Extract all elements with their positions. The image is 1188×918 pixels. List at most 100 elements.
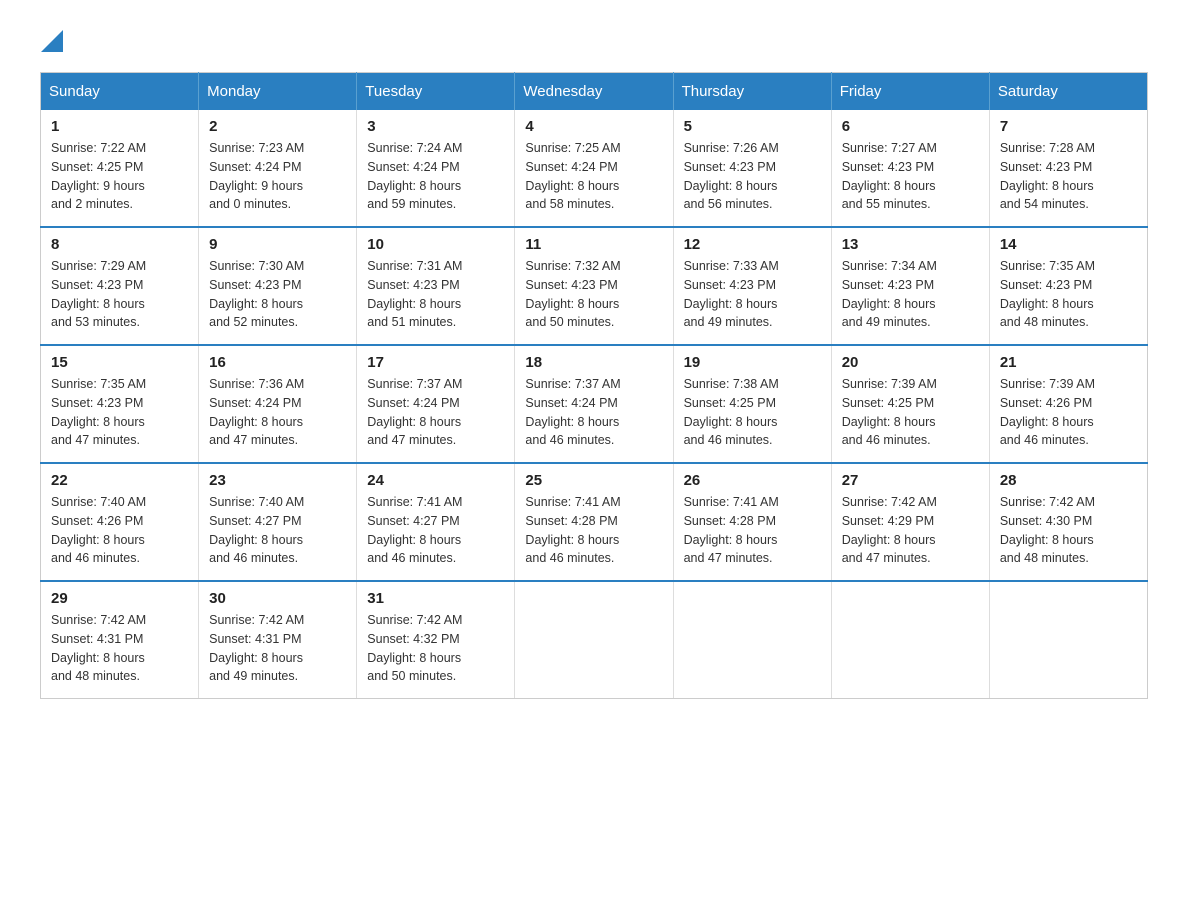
day-number: 13 — [842, 236, 979, 253]
day-number: 2 — [209, 118, 346, 135]
calendar-week-row: 22 Sunrise: 7:40 AMSunset: 4:26 PMDaylig… — [41, 463, 1148, 581]
day-number: 31 — [367, 590, 504, 607]
day-info: Sunrise: 7:23 AMSunset: 4:24 PMDaylight:… — [209, 139, 346, 214]
header-friday: Friday — [831, 73, 989, 111]
day-info: Sunrise: 7:34 AMSunset: 4:23 PMDaylight:… — [842, 257, 979, 332]
calendar-cell: 3 Sunrise: 7:24 AMSunset: 4:24 PMDayligh… — [357, 110, 515, 227]
day-info: Sunrise: 7:39 AMSunset: 4:26 PMDaylight:… — [1000, 375, 1137, 450]
day-number: 3 — [367, 118, 504, 135]
day-info: Sunrise: 7:30 AMSunset: 4:23 PMDaylight:… — [209, 257, 346, 332]
calendar-cell: 13 Sunrise: 7:34 AMSunset: 4:23 PMDaylig… — [831, 227, 989, 345]
day-number: 1 — [51, 118, 188, 135]
day-info: Sunrise: 7:37 AMSunset: 4:24 PMDaylight:… — [367, 375, 504, 450]
day-number: 30 — [209, 590, 346, 607]
day-info: Sunrise: 7:27 AMSunset: 4:23 PMDaylight:… — [842, 139, 979, 214]
calendar-cell: 28 Sunrise: 7:42 AMSunset: 4:30 PMDaylig… — [989, 463, 1147, 581]
page-header — [40, 30, 1148, 52]
day-number: 26 — [684, 472, 821, 489]
calendar-cell: 17 Sunrise: 7:37 AMSunset: 4:24 PMDaylig… — [357, 345, 515, 463]
header-monday: Monday — [199, 73, 357, 111]
calendar-cell: 9 Sunrise: 7:30 AMSunset: 4:23 PMDayligh… — [199, 227, 357, 345]
calendar-cell: 25 Sunrise: 7:41 AMSunset: 4:28 PMDaylig… — [515, 463, 673, 581]
calendar-cell: 12 Sunrise: 7:33 AMSunset: 4:23 PMDaylig… — [673, 227, 831, 345]
day-info: Sunrise: 7:39 AMSunset: 4:25 PMDaylight:… — [842, 375, 979, 450]
day-number: 9 — [209, 236, 346, 253]
calendar-cell: 29 Sunrise: 7:42 AMSunset: 4:31 PMDaylig… — [41, 581, 199, 699]
calendar-cell: 10 Sunrise: 7:31 AMSunset: 4:23 PMDaylig… — [357, 227, 515, 345]
calendar-cell: 16 Sunrise: 7:36 AMSunset: 4:24 PMDaylig… — [199, 345, 357, 463]
day-info: Sunrise: 7:37 AMSunset: 4:24 PMDaylight:… — [525, 375, 662, 450]
day-number: 14 — [1000, 236, 1137, 253]
day-info: Sunrise: 7:38 AMSunset: 4:25 PMDaylight:… — [684, 375, 821, 450]
header-tuesday: Tuesday — [357, 73, 515, 111]
calendar-cell: 1 Sunrise: 7:22 AMSunset: 4:25 PMDayligh… — [41, 110, 199, 227]
calendar-week-row: 15 Sunrise: 7:35 AMSunset: 4:23 PMDaylig… — [41, 345, 1148, 463]
day-info: Sunrise: 7:28 AMSunset: 4:23 PMDaylight:… — [1000, 139, 1137, 214]
calendar-cell: 23 Sunrise: 7:40 AMSunset: 4:27 PMDaylig… — [199, 463, 357, 581]
calendar-cell: 21 Sunrise: 7:39 AMSunset: 4:26 PMDaylig… — [989, 345, 1147, 463]
calendar-cell: 20 Sunrise: 7:39 AMSunset: 4:25 PMDaylig… — [831, 345, 989, 463]
calendar-cell — [831, 581, 989, 699]
calendar-cell: 26 Sunrise: 7:41 AMSunset: 4:28 PMDaylig… — [673, 463, 831, 581]
calendar-week-row: 1 Sunrise: 7:22 AMSunset: 4:25 PMDayligh… — [41, 110, 1148, 227]
day-info: Sunrise: 7:40 AMSunset: 4:27 PMDaylight:… — [209, 493, 346, 568]
calendar-cell: 18 Sunrise: 7:37 AMSunset: 4:24 PMDaylig… — [515, 345, 673, 463]
calendar-cell — [515, 581, 673, 699]
calendar-cell: 14 Sunrise: 7:35 AMSunset: 4:23 PMDaylig… — [989, 227, 1147, 345]
calendar-week-row: 29 Sunrise: 7:42 AMSunset: 4:31 PMDaylig… — [41, 581, 1148, 699]
day-info: Sunrise: 7:41 AMSunset: 4:27 PMDaylight:… — [367, 493, 504, 568]
day-number: 11 — [525, 236, 662, 253]
calendar-table: SundayMondayTuesdayWednesdayThursdayFrid… — [40, 72, 1148, 699]
day-number: 28 — [1000, 472, 1137, 489]
day-number: 5 — [684, 118, 821, 135]
calendar-cell: 7 Sunrise: 7:28 AMSunset: 4:23 PMDayligh… — [989, 110, 1147, 227]
calendar-cell: 5 Sunrise: 7:26 AMSunset: 4:23 PMDayligh… — [673, 110, 831, 227]
calendar-cell: 30 Sunrise: 7:42 AMSunset: 4:31 PMDaylig… — [199, 581, 357, 699]
day-number: 23 — [209, 472, 346, 489]
day-info: Sunrise: 7:42 AMSunset: 4:30 PMDaylight:… — [1000, 493, 1137, 568]
day-number: 16 — [209, 354, 346, 371]
day-number: 24 — [367, 472, 504, 489]
calendar-cell: 2 Sunrise: 7:23 AMSunset: 4:24 PMDayligh… — [199, 110, 357, 227]
day-info: Sunrise: 7:32 AMSunset: 4:23 PMDaylight:… — [525, 257, 662, 332]
calendar-header-row: SundayMondayTuesdayWednesdayThursdayFrid… — [41, 73, 1148, 111]
calendar-cell: 8 Sunrise: 7:29 AMSunset: 4:23 PMDayligh… — [41, 227, 199, 345]
day-info: Sunrise: 7:42 AMSunset: 4:29 PMDaylight:… — [842, 493, 979, 568]
calendar-cell: 15 Sunrise: 7:35 AMSunset: 4:23 PMDaylig… — [41, 345, 199, 463]
day-info: Sunrise: 7:41 AMSunset: 4:28 PMDaylight:… — [684, 493, 821, 568]
day-info: Sunrise: 7:41 AMSunset: 4:28 PMDaylight:… — [525, 493, 662, 568]
day-info: Sunrise: 7:42 AMSunset: 4:32 PMDaylight:… — [367, 611, 504, 686]
day-number: 12 — [684, 236, 821, 253]
day-number: 20 — [842, 354, 979, 371]
day-number: 15 — [51, 354, 188, 371]
day-info: Sunrise: 7:35 AMSunset: 4:23 PMDaylight:… — [51, 375, 188, 450]
day-number: 19 — [684, 354, 821, 371]
header-saturday: Saturday — [989, 73, 1147, 111]
day-number: 27 — [842, 472, 979, 489]
day-number: 8 — [51, 236, 188, 253]
logo — [40, 30, 64, 52]
day-number: 29 — [51, 590, 188, 607]
calendar-cell — [989, 581, 1147, 699]
day-number: 18 — [525, 354, 662, 371]
day-number: 10 — [367, 236, 504, 253]
day-info: Sunrise: 7:35 AMSunset: 4:23 PMDaylight:… — [1000, 257, 1137, 332]
header-wednesday: Wednesday — [515, 73, 673, 111]
day-number: 4 — [525, 118, 662, 135]
header-thursday: Thursday — [673, 73, 831, 111]
day-info: Sunrise: 7:42 AMSunset: 4:31 PMDaylight:… — [51, 611, 188, 686]
calendar-cell: 19 Sunrise: 7:38 AMSunset: 4:25 PMDaylig… — [673, 345, 831, 463]
calendar-cell: 4 Sunrise: 7:25 AMSunset: 4:24 PMDayligh… — [515, 110, 673, 227]
calendar-cell: 27 Sunrise: 7:42 AMSunset: 4:29 PMDaylig… — [831, 463, 989, 581]
calendar-cell — [673, 581, 831, 699]
day-info: Sunrise: 7:40 AMSunset: 4:26 PMDaylight:… — [51, 493, 188, 568]
day-info: Sunrise: 7:33 AMSunset: 4:23 PMDaylight:… — [684, 257, 821, 332]
calendar-cell: 6 Sunrise: 7:27 AMSunset: 4:23 PMDayligh… — [831, 110, 989, 227]
day-info: Sunrise: 7:26 AMSunset: 4:23 PMDaylight:… — [684, 139, 821, 214]
day-info: Sunrise: 7:31 AMSunset: 4:23 PMDaylight:… — [367, 257, 504, 332]
calendar-cell: 24 Sunrise: 7:41 AMSunset: 4:27 PMDaylig… — [357, 463, 515, 581]
calendar-cell: 22 Sunrise: 7:40 AMSunset: 4:26 PMDaylig… — [41, 463, 199, 581]
calendar-cell: 31 Sunrise: 7:42 AMSunset: 4:32 PMDaylig… — [357, 581, 515, 699]
calendar-cell: 11 Sunrise: 7:32 AMSunset: 4:23 PMDaylig… — [515, 227, 673, 345]
day-number: 21 — [1000, 354, 1137, 371]
